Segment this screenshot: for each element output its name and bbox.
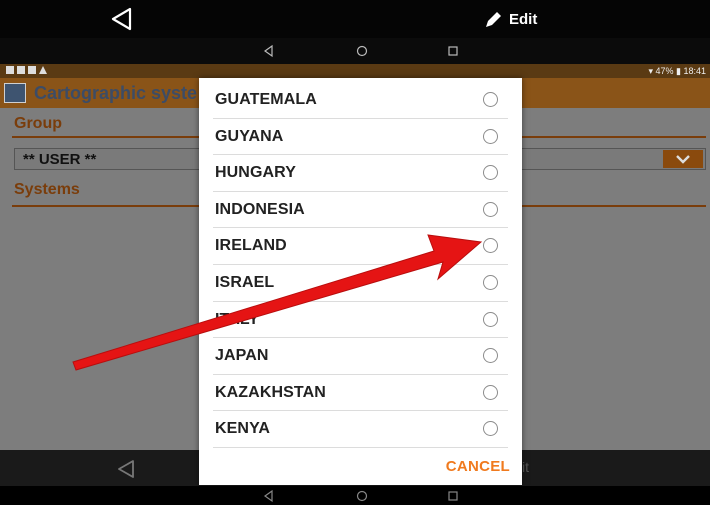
- warning-icon: [39, 66, 47, 74]
- list-item[interactable]: JAPAN: [213, 338, 508, 375]
- country-picker-dialog: GUATEMALA GUYANA HUNGARY INDONESIA IRELA…: [199, 78, 522, 485]
- dropdown-button[interactable]: [663, 150, 703, 168]
- country-label: KENYA: [215, 420, 271, 438]
- country-label: GUYANA: [215, 127, 284, 145]
- clock: 18:41: [683, 66, 706, 76]
- radio-button[interactable]: [483, 274, 498, 290]
- app-logo-icon: [4, 83, 26, 103]
- list-item[interactable]: ISRAEL: [213, 265, 508, 302]
- country-label: HUNGARY: [215, 164, 296, 182]
- radio-button[interactable]: [483, 201, 498, 217]
- country-label: ISRAEL: [215, 273, 275, 291]
- country-list[interactable]: GUATEMALA GUYANA HUNGARY INDONESIA IRELA…: [199, 82, 522, 448]
- radio-button[interactable]: [483, 348, 498, 364]
- notification-icon: [28, 66, 36, 74]
- nav-back-icon[interactable]: [262, 44, 276, 58]
- app-title: Cartographic syste: [34, 83, 198, 103]
- edit-label: Edit: [509, 10, 538, 28]
- list-item[interactable]: IRELAND: [213, 228, 508, 265]
- notification-icon: [17, 66, 25, 74]
- nav-recents-icon[interactable]: [446, 44, 460, 58]
- radio-button[interactable]: [483, 92, 498, 107]
- chevron-down-icon: [676, 155, 690, 164]
- radio-button[interactable]: [483, 311, 498, 327]
- radio-button[interactable]: [483, 384, 498, 400]
- pencil-icon: [486, 12, 501, 27]
- list-item[interactable]: GUYANA: [213, 119, 508, 156]
- list-item[interactable]: GUATEMALA: [213, 82, 508, 119]
- bottom-edit-label[interactable]: it: [522, 459, 529, 475]
- back-icon[interactable]: [108, 6, 136, 32]
- radio-button[interactable]: [483, 421, 498, 437]
- nav-home-icon[interactable]: [355, 489, 369, 503]
- country-label: KAZAKHSTAN: [215, 383, 326, 401]
- android-nav-bar-top: [0, 38, 710, 64]
- status-right: ▾ 47% ▮ 18:41: [648, 66, 706, 77]
- list-item[interactable]: HUNGARY: [213, 155, 508, 192]
- top-app-bar: Edit: [0, 0, 710, 38]
- battery-level: 47%: [655, 66, 674, 76]
- country-label: JAPAN: [215, 347, 269, 365]
- group-heading: Group: [14, 115, 62, 132]
- radio-button[interactable]: [483, 165, 498, 181]
- list-item[interactable]: KAZAKHSTAN: [213, 375, 508, 412]
- radio-button[interactable]: [483, 128, 498, 144]
- country-label: ITALY: [215, 310, 260, 328]
- list-item[interactable]: KENYA: [213, 411, 508, 448]
- group-select-value: ** USER **: [23, 151, 97, 168]
- back-icon[interactable]: [115, 458, 137, 480]
- notification-icons: [6, 66, 47, 74]
- list-item[interactable]: INDONESIA: [213, 192, 508, 229]
- country-label: GUATEMALA: [215, 91, 317, 108]
- cancel-button[interactable]: CANCEL: [446, 458, 510, 475]
- radio-button[interactable]: [483, 238, 498, 254]
- systems-heading: Systems: [14, 181, 80, 198]
- status-bar: ▾ 47% ▮ 18:41: [0, 64, 710, 78]
- list-item[interactable]: ITALY: [213, 302, 508, 339]
- country-label: INDONESIA: [215, 200, 305, 218]
- country-label: IRELAND: [215, 237, 287, 255]
- notification-icon: [6, 66, 14, 74]
- nav-home-icon[interactable]: [355, 44, 369, 58]
- nav-back-icon[interactable]: [262, 489, 276, 503]
- nav-recents-icon[interactable]: [446, 489, 460, 503]
- android-nav-bar-bottom: [0, 486, 710, 505]
- edit-button[interactable]: Edit: [484, 8, 537, 30]
